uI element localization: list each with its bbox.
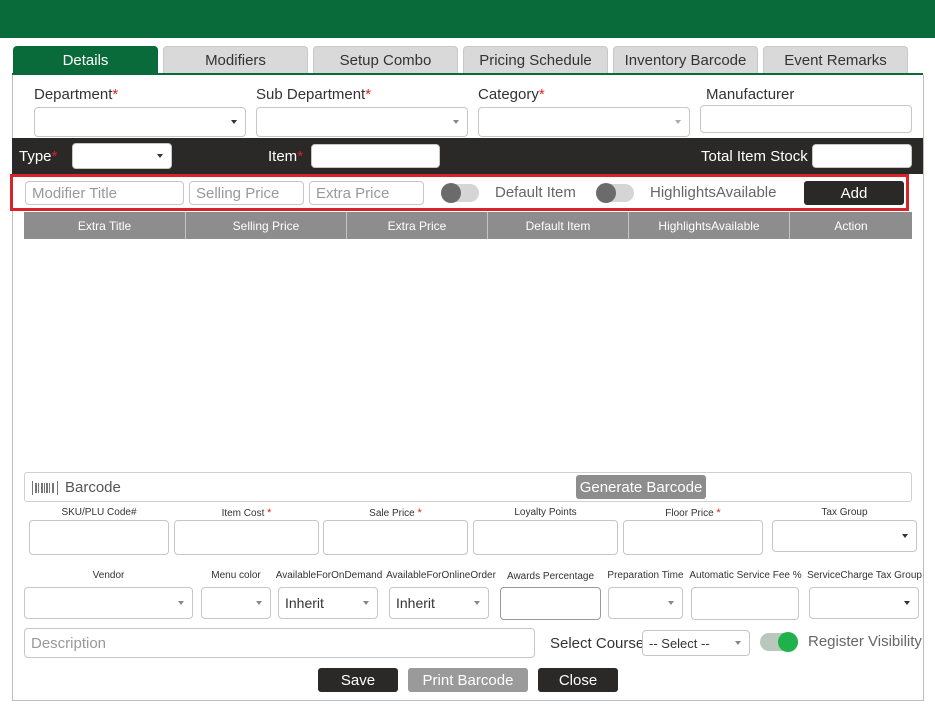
save-button[interactable]: Save xyxy=(318,668,398,692)
column-header: Extra Price xyxy=(347,212,488,239)
floor-price-label: Floor Price * xyxy=(665,507,721,519)
print-barcode-button[interactable]: Print Barcode xyxy=(408,668,528,692)
barcode-label: Barcode xyxy=(65,479,121,496)
category-select[interactable] xyxy=(478,107,690,137)
add-modifier-button[interactable]: Add xyxy=(804,181,904,205)
modifier-title-input[interactable]: Modifier Title xyxy=(25,181,184,205)
vendor-select[interactable] xyxy=(24,587,193,619)
type-select[interactable] xyxy=(72,143,172,169)
tab-modifiers[interactable]: Modifiers xyxy=(163,46,308,74)
chevron-down-icon xyxy=(453,120,459,124)
manufacturer-label: Manufacturer xyxy=(706,86,795,103)
default-item-toggle[interactable] xyxy=(441,183,479,203)
column-header: Extra Title xyxy=(24,212,186,239)
category-label: Category* xyxy=(478,86,545,103)
tax-group-select[interactable] xyxy=(772,520,917,552)
automatic-service-fee-input[interactable] xyxy=(691,587,799,620)
automatic-service-fee-label: Automatic Service Fee % xyxy=(689,570,802,581)
toggle-knob xyxy=(778,632,798,652)
chevron-down-icon xyxy=(157,154,163,158)
item-cost-input[interactable] xyxy=(174,520,319,555)
total-item-stock-input[interactable] xyxy=(812,144,912,168)
description-input[interactable]: Description xyxy=(24,628,535,658)
department-label: Department* xyxy=(34,86,119,103)
tab-strip: Details Modifiers Setup Combo Pricing Sc… xyxy=(12,46,927,74)
tab-setup-combo[interactable]: Setup Combo xyxy=(313,46,458,74)
toggle-knob xyxy=(596,183,616,203)
column-header: Action xyxy=(834,218,868,233)
manufacturer-input[interactable] xyxy=(700,105,912,133)
generate-barcode-button[interactable]: Generate Barcode xyxy=(576,475,706,499)
available-online-order-label: AvailableForOnlineOrder xyxy=(386,570,496,581)
sale-price-input[interactable] xyxy=(323,520,468,555)
sku-plu-input[interactable] xyxy=(29,520,169,555)
preparation-time-select[interactable] xyxy=(608,587,683,619)
floor-price-input[interactable] xyxy=(623,520,763,555)
app-header-bar xyxy=(0,0,935,38)
chevron-down-icon xyxy=(675,120,681,124)
service-charge-tax-group-label: ServiceCharge Tax Group xyxy=(807,570,922,581)
available-on-demand-select[interactable]: Inherit xyxy=(278,587,378,619)
tax-group-label: Tax Group xyxy=(821,507,868,518)
item-bar: Type* Item* Total Item Stock xyxy=(12,138,923,174)
register-visibility-toggle[interactable] xyxy=(760,632,798,652)
chevron-down-icon xyxy=(735,641,741,645)
type-label: Type* xyxy=(19,148,58,165)
awards-percentage-label: Awards Percentage xyxy=(506,571,595,582)
available-online-order-select[interactable]: Inherit xyxy=(389,587,489,619)
register-visibility-label: Register Visibility xyxy=(808,633,922,650)
sale-price-label: Sale Price * xyxy=(369,507,422,519)
extra-price-input[interactable]: Extra Price xyxy=(309,181,424,205)
highlights-available-toggle[interactable] xyxy=(596,183,634,203)
sub-department-label: Sub Department* xyxy=(256,86,372,103)
tab-pricing-schedule[interactable]: Pricing Schedule xyxy=(463,46,608,74)
loyalty-points-input[interactable] xyxy=(473,520,618,555)
preparation-time-label: Preparation Time xyxy=(607,570,684,581)
chevron-down-icon xyxy=(256,601,262,605)
menu-color-select[interactable] xyxy=(201,587,271,619)
chevron-down-icon xyxy=(178,601,184,605)
item-label: Item* xyxy=(268,148,304,165)
sub-department-select[interactable] xyxy=(256,107,468,137)
select-course-select[interactable]: -- Select -- xyxy=(642,630,750,656)
toggle-knob xyxy=(441,183,461,203)
available-on-demand-label: AvailableForOnDemand xyxy=(275,570,383,581)
chevron-down-icon xyxy=(231,120,237,124)
awards-percentage-input[interactable] xyxy=(500,587,601,620)
column-header: HighlightsAvailable xyxy=(629,212,790,239)
column-header: Selling Price xyxy=(186,212,347,239)
default-item-label: Default Item xyxy=(495,184,576,201)
item-input[interactable] xyxy=(311,144,440,168)
menu-color-label: Menu color xyxy=(211,570,261,581)
loyalty-points-label: Loyalty Points xyxy=(514,507,577,518)
tab-inventory-barcode[interactable]: Inventory Barcode xyxy=(613,46,758,74)
column-header: Default Item xyxy=(488,212,629,239)
total-item-stock-label: Total Item Stock xyxy=(701,148,808,165)
sku-plu-label: SKU/PLU Code# xyxy=(61,507,137,518)
select-course-label: Select Course xyxy=(550,635,645,652)
highlights-available-label: HighlightsAvailable xyxy=(650,184,777,201)
chevron-down-icon xyxy=(363,601,369,605)
barcode-row: Barcode Generate Barcode xyxy=(24,472,912,502)
chevron-down-icon xyxy=(904,601,910,605)
barcode-icon xyxy=(32,481,58,495)
item-editor: Details Modifiers Setup Combo Pricing Sc… xyxy=(0,38,935,708)
service-charge-tax-group-select[interactable] xyxy=(809,587,919,619)
department-select[interactable] xyxy=(34,107,246,137)
tab-details[interactable]: Details xyxy=(13,46,158,74)
tab-event-remarks[interactable]: Event Remarks xyxy=(763,46,908,74)
chevron-down-icon xyxy=(902,534,908,538)
chevron-down-icon xyxy=(474,601,480,605)
close-button[interactable]: Close xyxy=(538,668,618,692)
vendor-label: Vendor xyxy=(92,570,125,581)
selling-price-input[interactable]: Selling Price xyxy=(189,181,304,205)
item-cost-label: Item Cost * xyxy=(221,507,272,519)
chevron-down-icon xyxy=(668,601,674,605)
modifier-entry-row: Modifier Title Selling Price Extra Price… xyxy=(10,174,909,211)
modifier-table-header: Extra Title Selling Price Extra Price De… xyxy=(24,212,912,239)
